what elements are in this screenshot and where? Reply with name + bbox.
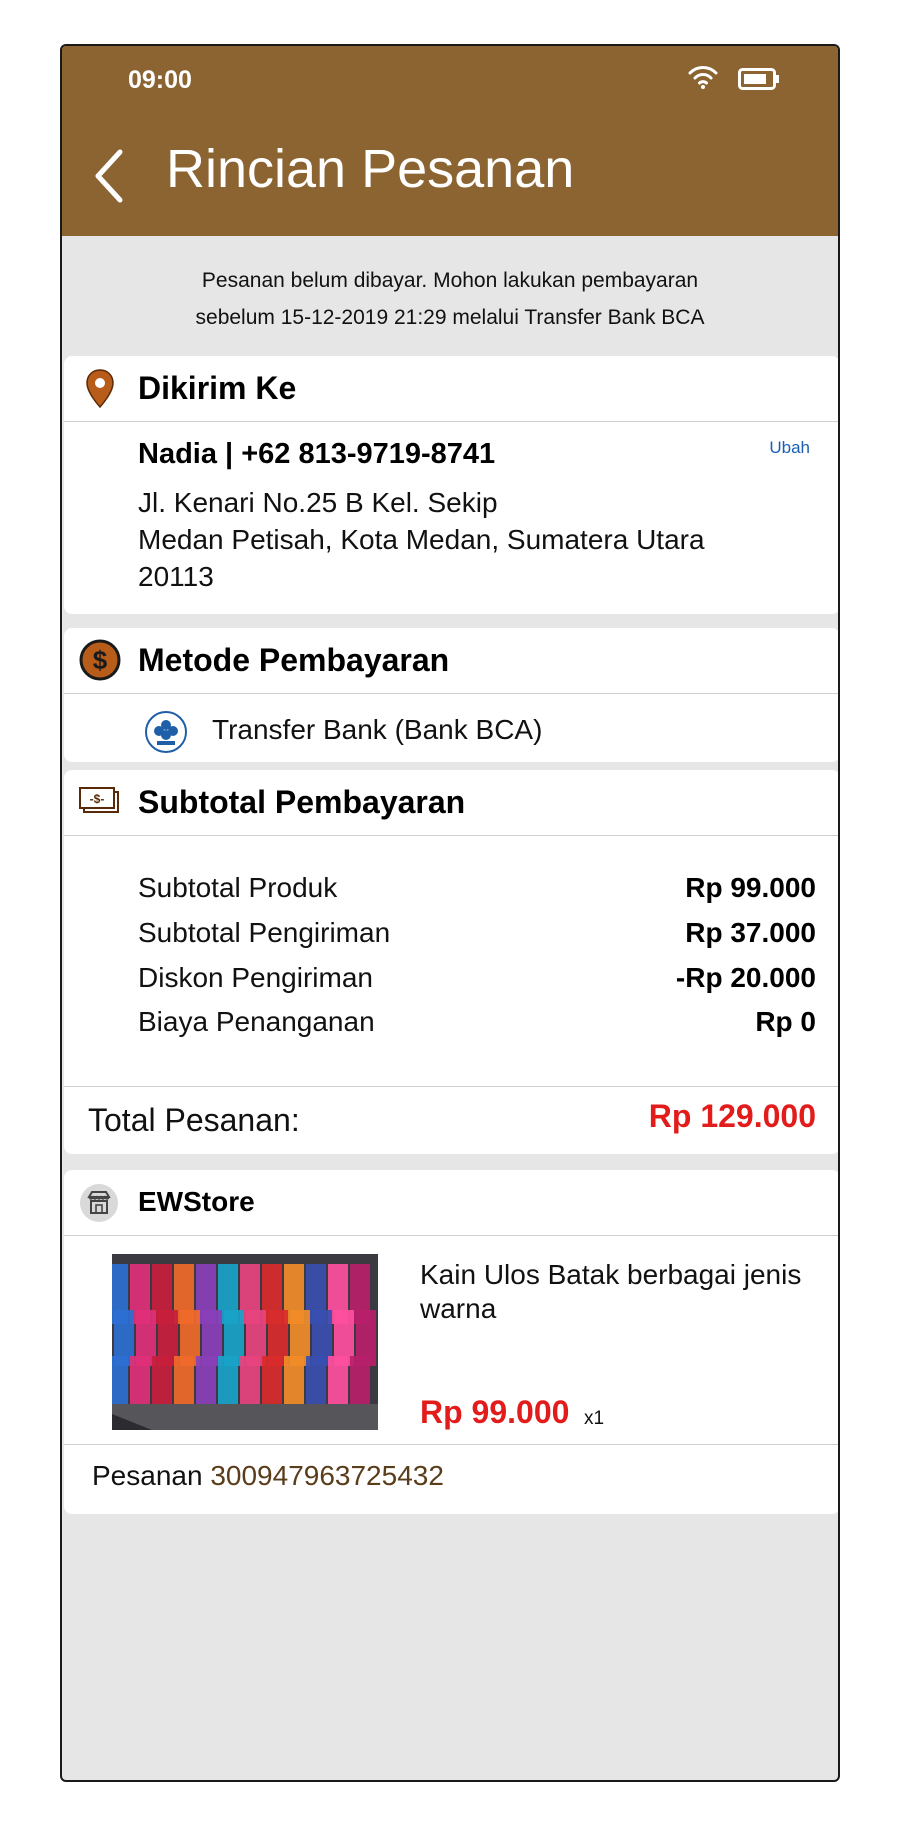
phone-frame: 09:00 Rincian Pesanan Pesanan belum diba… (60, 44, 840, 1782)
shipping-header: Dikirim Ke (64, 356, 838, 422)
address-text: Jl. Kenari No.25 B Kel. Sekip Medan Peti… (138, 484, 705, 595)
row-value: Rp 99.000 (685, 872, 816, 903)
payment-notice: Pesanan belum dibayar. Mohon lakukan pem… (62, 236, 838, 356)
store-icon (80, 1184, 118, 1222)
subtotal-card: -$- Subtotal Pembayaran Subtotal Produk … (64, 770, 838, 1154)
status-time: 09:00 (128, 66, 192, 94)
page-title: Rincian Pesanan (166, 139, 575, 199)
bank-logo-icon (145, 711, 187, 753)
cash-icon: -$- (79, 787, 119, 813)
divider (64, 1086, 838, 1087)
wifi-icon (688, 66, 718, 89)
subtotal-row: Subtotal Produk Rp 99.000 (138, 872, 816, 912)
payment-title: Metode Pembayaran (138, 642, 450, 678)
product-price: Rp 99.000 (420, 1394, 570, 1430)
recipient-info: Nadia | +62 813-9719-8741 (138, 438, 496, 470)
payment-method: Transfer Bank (Bank BCA) (212, 714, 543, 745)
location-pin-icon (86, 369, 114, 409)
order-number-row: Pesanan 300947963725432 (92, 1460, 444, 1492)
divider (64, 1444, 838, 1445)
product-quantity: x1 (584, 1408, 605, 1429)
svg-text:$: $ (93, 645, 108, 675)
row-value: Rp 37.000 (685, 917, 816, 948)
subtotal-row: Biaya Penanganan Rp 0 (138, 1006, 816, 1046)
payment-card: $ Metode Pembayaran Transfer Bank (Bank … (64, 628, 838, 762)
address-line-2: Medan Petisah, Kota Medan, Sumatera Utar… (138, 524, 705, 555)
shipping-title: Dikirim Ke (138, 370, 297, 406)
row-label: Diskon Pengiriman (138, 962, 373, 993)
subtotal-header: -$- Subtotal Pembayaran (64, 770, 838, 836)
notice-line-1: Pesanan belum dibayar. Mohon lakukan pem… (201, 269, 699, 292)
app-header: 09:00 Rincian Pesanan (62, 46, 838, 236)
row-value: Rp 0 (755, 1006, 816, 1037)
dollar-coin-icon: $ (79, 639, 121, 681)
order-id: 300947963725432 (210, 1460, 444, 1491)
notice-line-2: sebelum 15-12-2019 21:29 melalui Transfe… (195, 306, 705, 329)
row-label: Subtotal Pengiriman (138, 917, 391, 948)
product-image[interactable] (112, 1254, 378, 1430)
store-name: EWStore (138, 1186, 255, 1217)
subtotal-row: Diskon Pengiriman -Rp 20.000 (138, 962, 816, 1002)
address-line-1: Jl. Kenari No.25 B Kel. Sekip (138, 487, 498, 518)
subtotal-row: Subtotal Pengiriman Rp 37.000 (138, 917, 816, 957)
row-value: -Rp 20.000 (675, 962, 816, 993)
total-label: Total Pesanan: (88, 1102, 300, 1138)
total-value: Rp 129.000 (648, 1098, 816, 1134)
svg-text:-$-: -$- (90, 792, 105, 806)
row-label: Subtotal Produk (138, 872, 338, 903)
back-icon[interactable] (90, 146, 130, 206)
address-line-3: 20113 (138, 561, 214, 592)
order-label: Pesanan (92, 1460, 203, 1491)
battery-icon (738, 68, 779, 90)
payment-header: $ Metode Pembayaran (64, 628, 838, 694)
product-name[interactable]: Kain Ulos Batak berbagai jenis warna (420, 1258, 830, 1326)
store-header[interactable]: EWStore (64, 1170, 838, 1236)
change-address-link[interactable]: Ubah (769, 438, 810, 458)
row-label: Biaya Penanganan (138, 1006, 375, 1037)
subtotal-title: Subtotal Pembayaran (138, 784, 466, 820)
store-card: EWStore Kain Ulos Batak berbagai jenis w… (64, 1170, 838, 1514)
shipping-card: Dikirim Ke Nadia | +62 813-9719-8741 Uba… (64, 356, 838, 614)
